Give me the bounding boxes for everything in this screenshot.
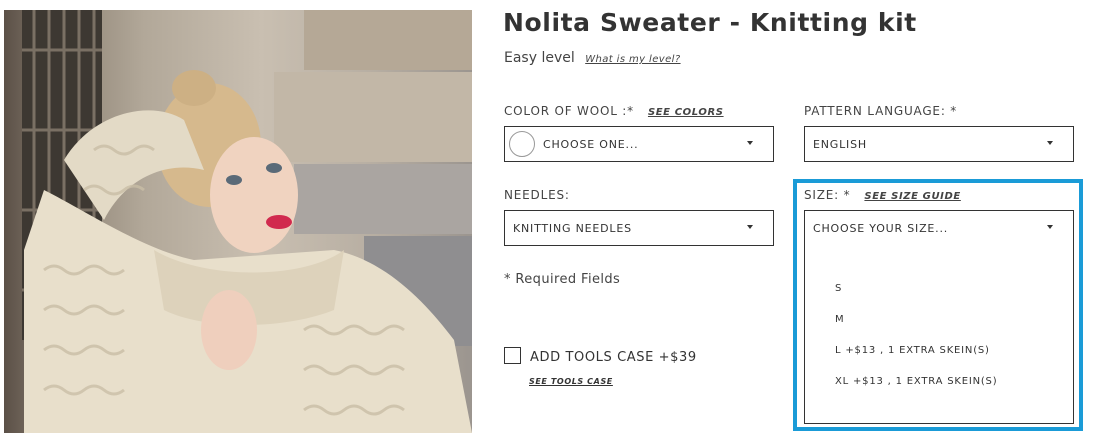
chevron-down-icon <box>747 141 753 145</box>
size-option-m[interactable]: M <box>835 314 844 325</box>
needles-select[interactable]: KNITTING NEEDLES <box>504 210 774 246</box>
color-of-wool-label-row: COLOR OF WOOL :* SEE COLORS <box>504 104 724 118</box>
what-is-my-level-link[interactable]: What is my level? <box>585 54 680 65</box>
chevron-down-icon <box>1047 141 1053 145</box>
size-option-s[interactable]: S <box>835 283 842 294</box>
see-tools-case-link[interactable]: SEE TOOLS CASE <box>529 377 613 386</box>
chevron-down-icon <box>747 225 753 229</box>
chevron-down-icon <box>1047 225 1053 229</box>
color-of-wool-value: CHOOSE ONE... <box>543 137 639 151</box>
needles-value: KNITTING NEEDLES <box>513 221 632 235</box>
size-label-row: SIZE: * SEE SIZE GUIDE <box>804 188 961 202</box>
product-title: Nolita Sweater - Knitting kit <box>503 8 917 37</box>
needles-label: NEEDLES: <box>504 188 570 202</box>
size-option-xl[interactable]: XL +$13 , 1 EXTRA SKEIN(S) <box>835 376 997 387</box>
size-label: SIZE: * <box>804 188 851 202</box>
pattern-language-select[interactable]: ENGLISH <box>804 126 1074 162</box>
color-of-wool-label: COLOR OF WOOL :* <box>504 104 634 118</box>
difficulty-level-text: Easy level <box>504 50 575 66</box>
add-tools-case-checkbox[interactable] <box>504 347 521 364</box>
pattern-language-label: PATTERN LANGUAGE: * <box>804 104 958 118</box>
size-select[interactable]: CHOOSE YOUR SIZE... <box>804 210 1074 246</box>
see-size-guide-link[interactable]: SEE SIZE GUIDE <box>864 191 960 202</box>
color-swatch <box>509 131 535 157</box>
color-of-wool-select[interactable]: CHOOSE ONE... <box>504 126 774 162</box>
see-colors-link[interactable]: SEE COLORS <box>648 107 724 118</box>
size-option-l[interactable]: L +$13 , 1 EXTRA SKEIN(S) <box>835 345 990 356</box>
size-value: CHOOSE YOUR SIZE... <box>813 221 949 235</box>
add-tools-case-label[interactable]: ADD TOOLS CASE +$39 <box>530 350 697 365</box>
product-photo <box>4 10 472 433</box>
difficulty-level: Easy level What is my level? <box>504 50 681 66</box>
pattern-language-value: ENGLISH <box>813 137 867 151</box>
required-fields-note: * Required Fields <box>504 272 621 287</box>
size-options-list: S M L +$13 , 1 EXTRA SKEIN(S) XL +$13 , … <box>804 245 1074 424</box>
